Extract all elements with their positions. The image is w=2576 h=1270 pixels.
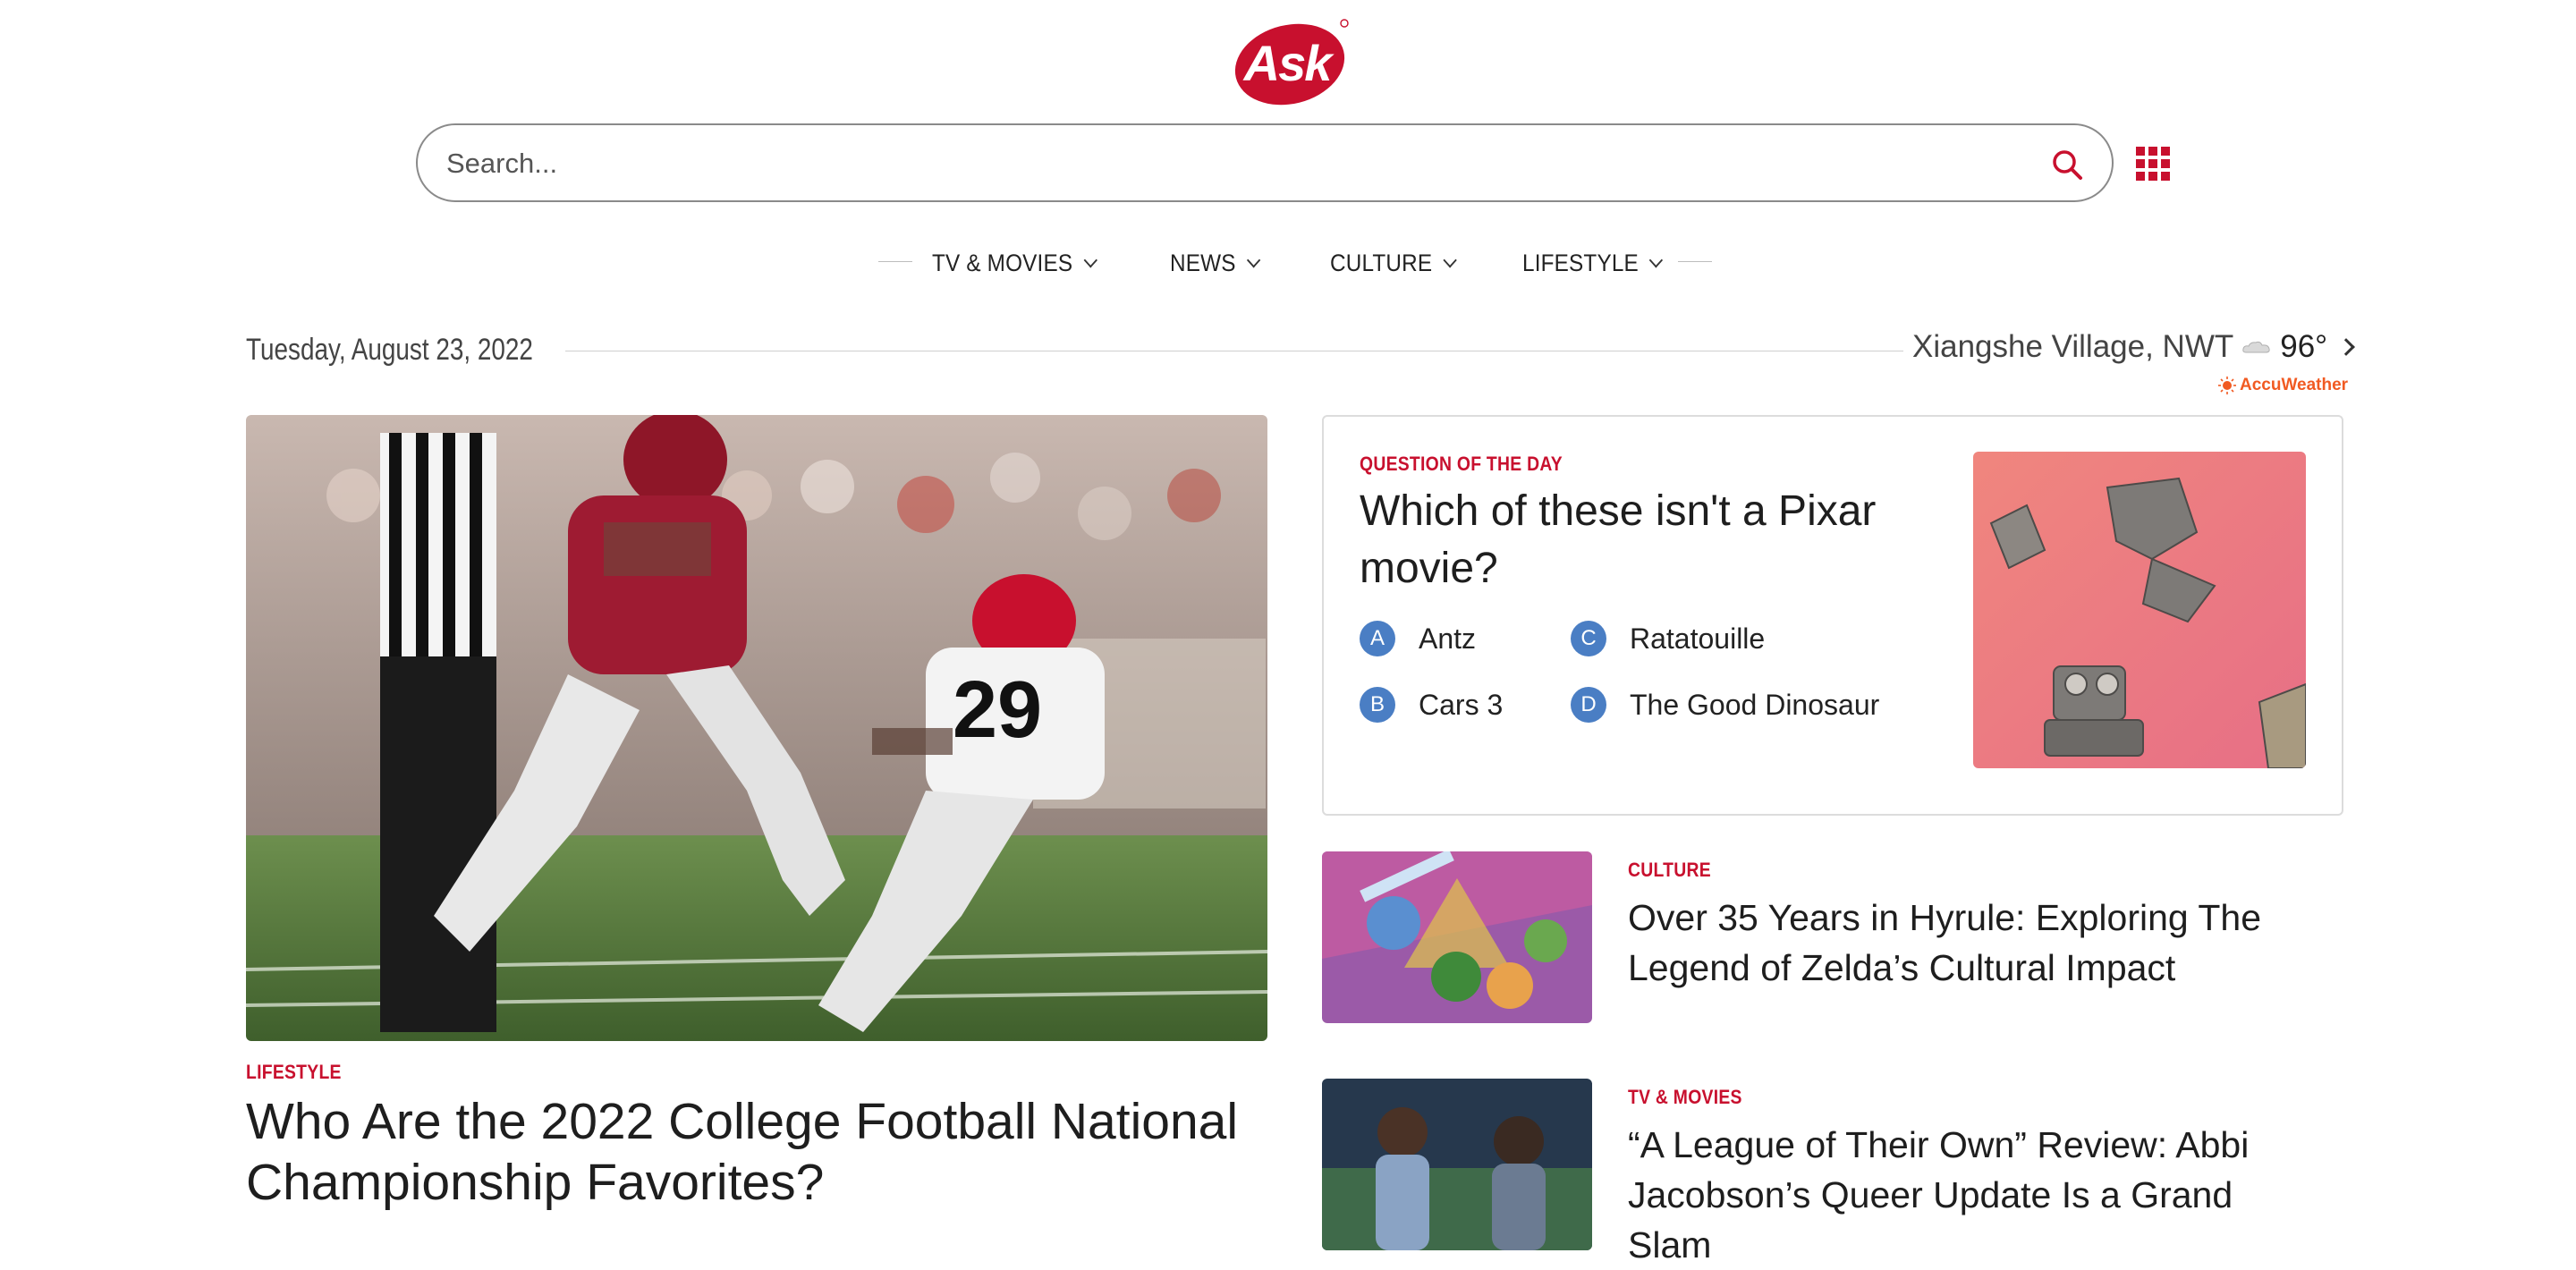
nav-item-news[interactable]: NEWS [1170, 245, 1261, 281]
article-category[interactable]: CULTURE [1628, 859, 1711, 882]
answer-letter-badge: B [1360, 687, 1395, 723]
article-title[interactable]: “A League of Their Own” Review: Abbi Jac… [1628, 1120, 2308, 1270]
answer-letter-badge: C [1571, 621, 1606, 656]
hero-category[interactable]: LIFESTYLE [246, 1061, 342, 1084]
article-image-league[interactable] [1322, 1079, 1592, 1250]
nav-item-culture[interactable]: CULTURE [1330, 245, 1457, 281]
nav-item-label: TV & MOVIES [932, 249, 1073, 276]
search-icon [2053, 150, 2082, 180]
chevron-down-icon [1443, 252, 1457, 268]
nav-item-label: CULTURE [1330, 249, 1433, 276]
search-bar [416, 123, 2114, 202]
search-input[interactable] [445, 141, 1969, 186]
nav-divider-right [1678, 261, 1712, 262]
nav-item-tv-movies[interactable]: TV & MOVIES [932, 245, 1097, 281]
chevron-right-icon [2337, 338, 2356, 356]
answer-text: Cars 3 [1419, 688, 1504, 721]
article-category[interactable]: TV & MOVIES [1628, 1086, 1742, 1109]
weather-location: Xiangshe Village, NWT [1912, 329, 2234, 364]
article-image-zelda[interactable] [1322, 851, 1592, 1023]
search-button[interactable] [2044, 141, 2090, 188]
qotd-answer-d[interactable]: D The Good Dinosaur [1571, 687, 1879, 723]
accuweather-sun-icon [2218, 377, 2236, 394]
chevron-down-icon [1083, 252, 1097, 268]
nav-item-label: LIFESTYLE [1522, 249, 1639, 276]
weather-widget[interactable]: Xiangshe Village, NWT 96° [1912, 329, 2356, 365]
weather-temperature: 96° [2280, 329, 2328, 364]
qotd-question: Which of these isn't a Pixar movie? [1360, 487, 1877, 592]
current-date: Tuesday, August 23, 2022 [246, 333, 533, 367]
ask-logo[interactable]: Ask [1233, 16, 1350, 106]
answer-letter-badge: D [1571, 687, 1606, 723]
svg-text:29: 29 [953, 665, 1042, 755]
article-title[interactable]: Over 35 Years in Hyrule: Exploring The L… [1628, 893, 2308, 993]
chevron-down-icon [1649, 252, 1664, 268]
accuweather-label: AccuWeather [2240, 376, 2349, 394]
qotd-image [1973, 452, 2306, 768]
nav-item-lifestyle[interactable]: LIFESTYLE [1522, 245, 1664, 281]
answer-text: The Good Dinosaur [1630, 688, 1880, 721]
qotd-answer-b[interactable]: B Cars 3 [1360, 687, 1503, 723]
svg-text:Ask: Ask [1242, 35, 1335, 91]
apps-grid-icon[interactable] [2136, 147, 2170, 181]
hero-title[interactable]: Who Are the 2022 College Football Nation… [246, 1091, 1284, 1213]
qotd-answer-c[interactable]: C Ratatouille [1571, 621, 1765, 656]
answer-text: Antz [1419, 622, 1477, 655]
nav-item-label: NEWS [1170, 249, 1236, 276]
qotd-answer-a[interactable]: A Antz [1360, 621, 1476, 656]
chevron-down-icon [1246, 252, 1261, 268]
weather-cloud-icon [2242, 341, 2270, 353]
nav-divider-left [878, 261, 912, 262]
hero-article-image[interactable]: 29 [246, 415, 1267, 1041]
qotd-label: QUESTION OF THE DAY [1360, 453, 1563, 475]
answer-text: Ratatouille [1630, 622, 1766, 655]
accuweather-badge[interactable]: AccuWeather [2218, 376, 2348, 395]
answer-letter-badge: A [1360, 621, 1395, 656]
